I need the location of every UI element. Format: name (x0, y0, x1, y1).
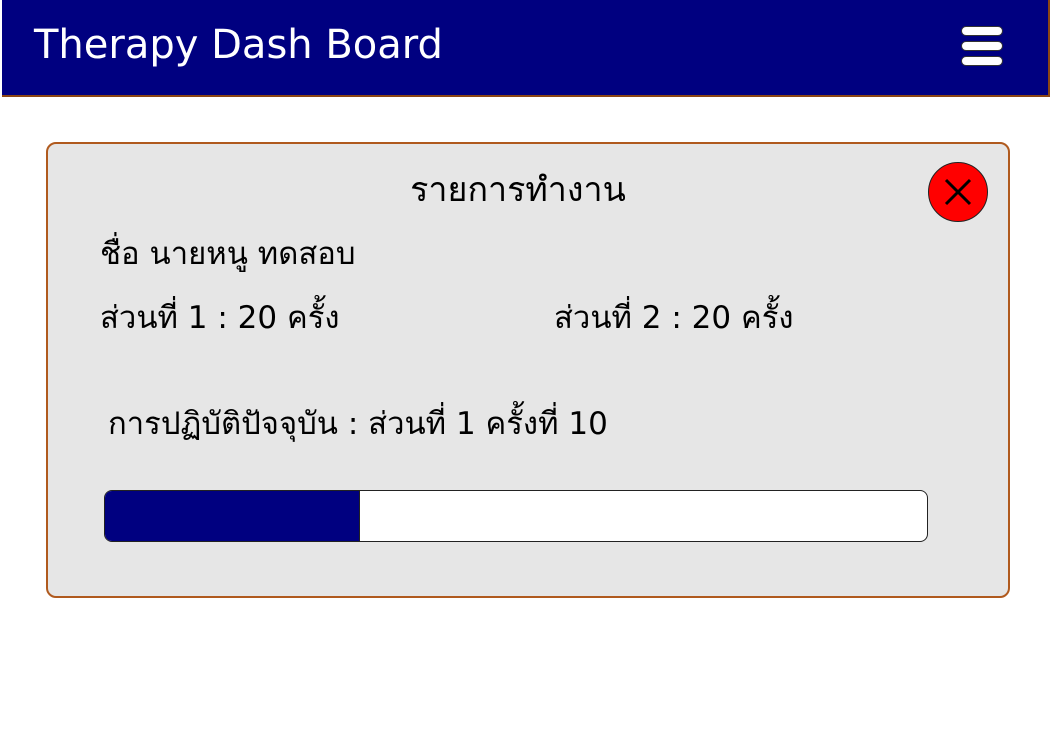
hamburger-menu-icon-bar-3 (961, 56, 1003, 66)
close-x-icon (944, 178, 972, 206)
app-header: Therapy Dash Board (2, 0, 1050, 97)
task-card: รายการทำงาน ชื่อ นายหนู ทดสอบ ส่วนที่ 1 … (46, 142, 1010, 598)
card-title: รายการทำงาน (410, 170, 626, 210)
progress-fill (105, 491, 360, 541)
hamburger-menu-icon (961, 26, 1003, 36)
close-button[interactable] (928, 162, 988, 222)
app-title: Therapy Dash Board (34, 22, 443, 68)
part-2-count: ส่วนที่ 2 : 20 ครั้ง (554, 300, 794, 336)
menu-button[interactable] (960, 26, 1006, 72)
current-practice: การปฏิบัติปัจจุบัน : ส่วนที่ 1 ครั้งที่ … (108, 406, 608, 442)
hamburger-menu-icon-bar-2 (961, 41, 1003, 51)
part-1-count: ส่วนที่ 1 : 20 ครั้ง (100, 300, 340, 336)
progress-bar (104, 490, 928, 542)
patient-name: ชื่อ นายหนู ทดสอบ (100, 236, 356, 272)
